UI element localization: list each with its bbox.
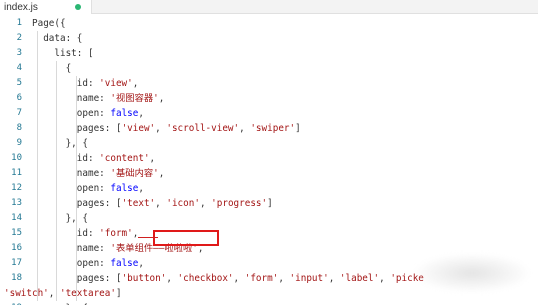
line-number: 13 — [11, 198, 22, 208]
code-line[interactable]: 19 }, { — [0, 301, 538, 305]
code-text: data: { — [32, 33, 83, 44]
highlight-box — [153, 230, 219, 246]
code-line[interactable]: 13 pages: ['text', 'icon', 'progress'] — [0, 196, 538, 211]
tab-index-js[interactable]: index.js — [0, 0, 92, 14]
line-number: 10 — [11, 153, 22, 163]
code-line[interactable]: 11 name: '基础内容', — [0, 166, 538, 181]
code-line[interactable]: 9 }, { — [0, 136, 538, 151]
code-text: pages: ['button', 'checkbox', 'form', 'i… — [32, 273, 424, 284]
line-number: 11 — [11, 168, 22, 178]
line-number: 7 — [16, 108, 22, 118]
line-number: 14 — [11, 213, 22, 223]
code-line[interactable]: 4 { — [0, 61, 538, 76]
tab-bar: index.js — [0, 0, 538, 14]
code-line[interactable]: 7 open: false, — [0, 106, 538, 121]
code-text: pages: ['text', 'icon', 'progress'] — [32, 198, 273, 209]
code-line[interactable]: 3 list: [ — [0, 46, 538, 61]
code-text: id: 'view', — [32, 78, 139, 89]
code-text: id: 'content', — [32, 153, 156, 164]
code-line[interactable]: 12 open: false, — [0, 181, 538, 196]
code-text: { — [32, 63, 72, 74]
code-text: open: false, — [32, 108, 144, 119]
line-number: 19 — [0, 301, 22, 305]
code-text: id: 'form', — [32, 228, 139, 239]
line-number: 3 — [16, 48, 22, 58]
code-text: }, { — [32, 213, 88, 224]
code-line[interactable]: 6 name: '视图容器', — [0, 91, 538, 106]
code-text: Page({ — [32, 18, 66, 29]
code-line[interactable]: 8 pages: ['view', 'scroll-view', 'swiper… — [0, 121, 538, 136]
code-text: 'switch', 'textarea'] — [4, 288, 122, 299]
tab-label: index.js — [4, 1, 38, 13]
code-text: open: false, — [32, 183, 144, 194]
line-number: 16 — [11, 243, 22, 253]
watermark — [412, 253, 532, 293]
line-number: 15 — [11, 228, 22, 238]
code-line[interactable]: 15 id: 'form', — [0, 226, 538, 241]
code-text: open: false, — [32, 258, 144, 269]
line-number: 8 — [16, 123, 22, 133]
code-text: name: '基础内容', — [32, 168, 165, 179]
code-text: }, { — [32, 301, 88, 305]
code-line[interactable]: 14 }, { — [0, 211, 538, 226]
line-number: 2 — [16, 33, 22, 43]
code-text: }, { — [32, 138, 88, 149]
unsaved-dot-icon — [75, 4, 81, 10]
code-text: name: '视图容器', — [32, 93, 165, 104]
line-number: 4 — [16, 63, 22, 73]
line-number: 18 — [11, 273, 22, 283]
line-number: 12 — [11, 183, 22, 193]
line-number: 9 — [16, 138, 22, 148]
code-line[interactable]: 1 Page({ — [0, 16, 538, 31]
code-line[interactable]: 10 id: 'content', — [0, 151, 538, 166]
line-number: 5 — [16, 78, 22, 88]
line-number: 6 — [16, 93, 22, 103]
line-number: 17 — [11, 258, 22, 268]
code-line[interactable]: 2 data: { — [0, 31, 538, 46]
code-text: pages: ['view', 'scroll-view', 'swiper'] — [32, 123, 301, 134]
annotation-line — [138, 237, 158, 238]
code-editor: index.js 1 Page({2 data: {3 list: [4 {5 i… — [0, 0, 538, 305]
code-text: list: [ — [32, 48, 94, 59]
code-line[interactable]: 5 id: 'view', — [0, 76, 538, 91]
line-number: 1 — [16, 18, 22, 28]
